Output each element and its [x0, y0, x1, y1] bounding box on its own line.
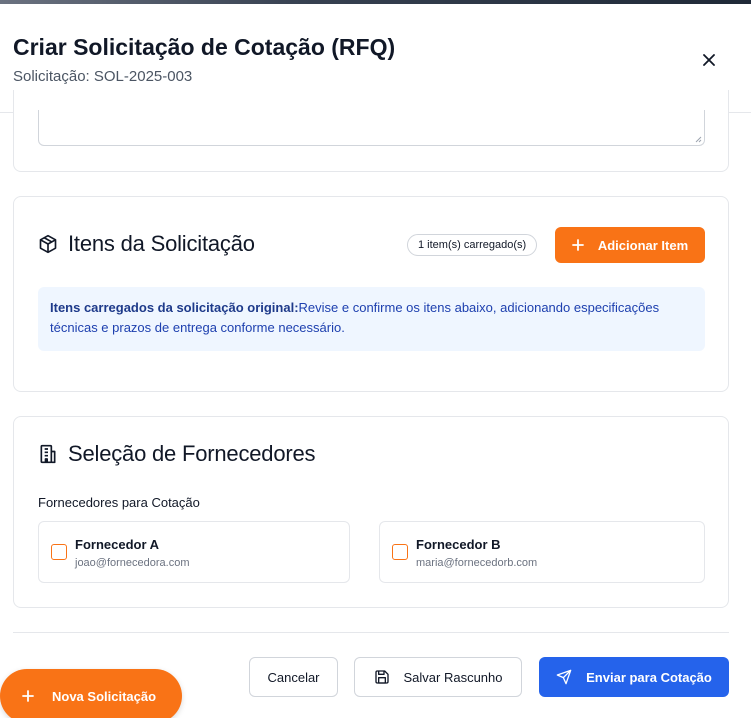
supplier-name: Fornecedor B	[416, 537, 501, 552]
new-request-label: Nova Solicitação	[52, 688, 157, 704]
save-icon	[374, 669, 390, 685]
package-icon	[38, 234, 58, 254]
send-for-quote-button[interactable]: Enviar para Cotação	[539, 657, 729, 697]
supplier-option[interactable]: Fornecedor A joao@fornecedora.com	[38, 521, 350, 583]
items-info-box: Itens carregados da solicitação original…	[38, 287, 705, 351]
suppliers-field-label: Fornecedores para Cotação	[38, 495, 200, 510]
dialog-title: Criar Solicitação de Cotação (RFQ)	[13, 34, 396, 60]
supplier-checkbox[interactable]	[51, 544, 67, 560]
supplier-email: joao@fornecedora.com	[75, 557, 190, 569]
new-request-fab[interactable]: Nova Solicitação	[0, 669, 182, 718]
items-count-badge: 1 item(s) carregado(s)	[407, 234, 538, 256]
cancel-button[interactable]: Cancelar	[249, 657, 338, 697]
items-section-header: Itens da Solicitação	[38, 231, 255, 257]
close-icon	[703, 54, 715, 66]
notes-textarea[interactable]	[38, 110, 705, 146]
send-label: Enviar para Cotação	[586, 669, 712, 685]
close-button[interactable]	[697, 48, 721, 72]
items-card: Itens da Solicitação 1 item(s) carregado…	[13, 196, 729, 392]
add-item-button[interactable]: Adicionar Item	[555, 227, 705, 263]
items-section-title: Itens da Solicitação	[68, 231, 255, 256]
plus-icon	[22, 690, 34, 702]
suppliers-section-header: Seleção de Fornecedores	[38, 441, 316, 467]
send-icon	[556, 669, 572, 685]
save-draft-label: Salvar Rascunho	[403, 669, 503, 685]
supplier-checkbox[interactable]	[392, 544, 408, 560]
building-icon	[38, 444, 58, 464]
cancel-label: Cancelar	[267, 669, 320, 685]
plus-icon	[571, 239, 584, 251]
supplier-name: Fornecedor A	[75, 537, 160, 552]
resize-grip-icon[interactable]	[694, 135, 702, 143]
footer-divider	[13, 632, 729, 633]
add-item-label: Adicionar Item	[597, 237, 689, 253]
save-draft-button[interactable]: Salvar Rascunho	[354, 657, 522, 697]
supplier-option[interactable]: Fornecedor B maria@fornecedorb.com	[379, 521, 705, 583]
supplier-email: maria@fornecedorb.com	[416, 557, 538, 569]
dialog-subtitle: Solicitação: SOL-2025-003	[13, 68, 193, 85]
notes-card	[13, 90, 729, 172]
suppliers-card: Seleção de Fornecedores Fornecedores par…	[13, 416, 729, 608]
suppliers-section-title: Seleção de Fornecedores	[68, 441, 316, 466]
info-bold-text: Itens carregados da solicitação original…	[50, 300, 299, 315]
